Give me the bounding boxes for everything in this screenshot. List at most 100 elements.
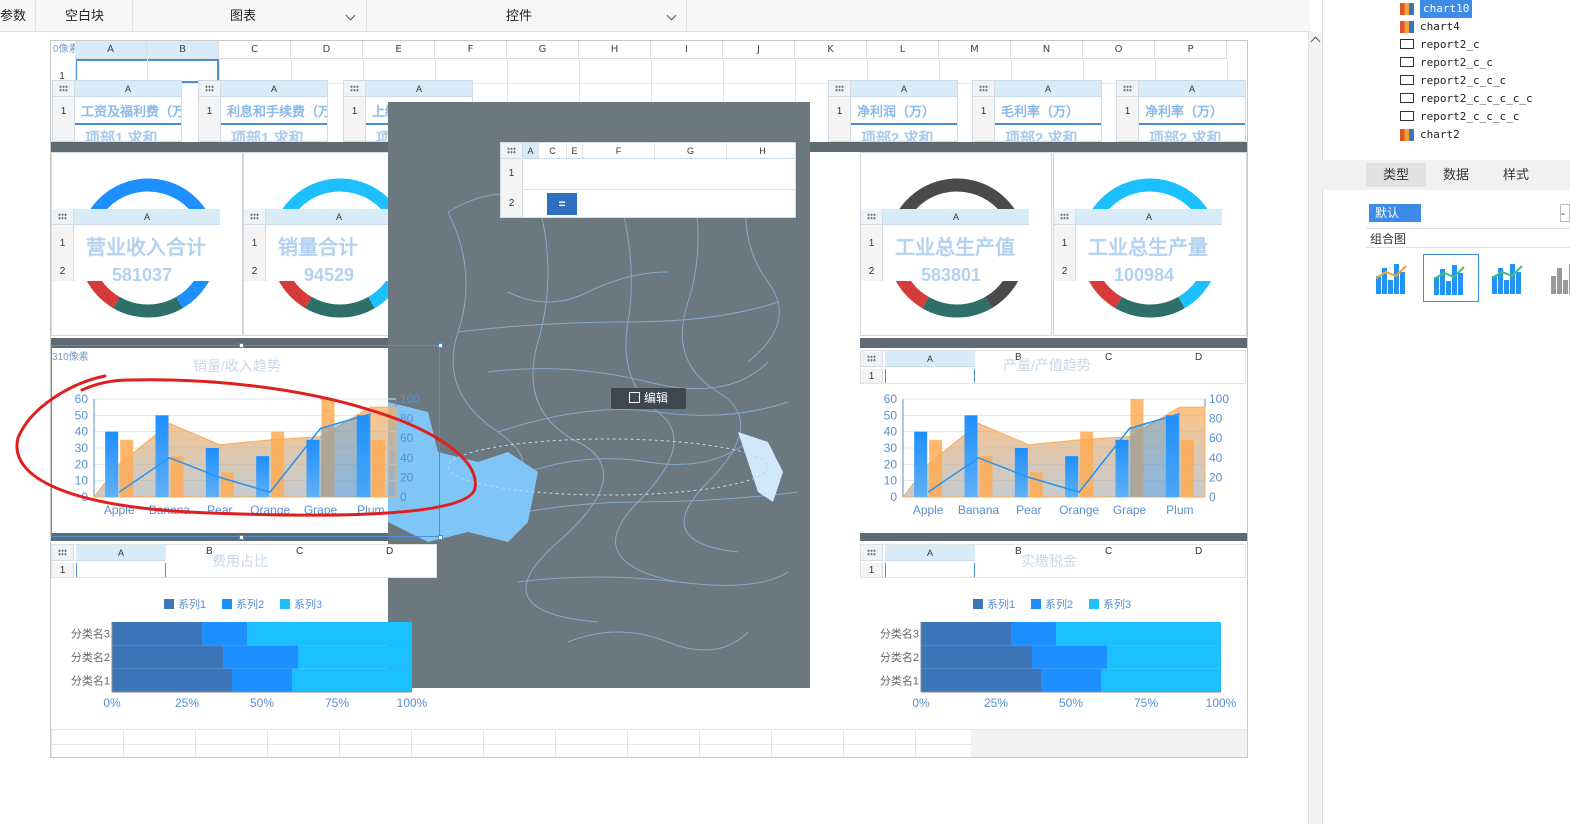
kpi-mini-sheet[interactable]: A 1 净利率（万） 项部2.求和: [1116, 80, 1246, 142]
tree-item[interactable]: report2_c: [1400, 36, 1480, 54]
stack-bar[interactable]: [1041, 668, 1101, 692]
stack-bar[interactable]: [292, 668, 412, 692]
col-header[interactable]: E: [567, 143, 583, 159]
stack-bar[interactable]: [298, 645, 412, 669]
collapse-button[interactable]: -: [1560, 204, 1570, 222]
drag-handle-icon[interactable]: [1117, 81, 1139, 97]
bar-series1[interactable]: [1115, 439, 1129, 497]
chart-type-option[interactable]: [1366, 254, 1422, 302]
column-header[interactable]: F: [435, 41, 507, 59]
stacked-chart-left[interactable]: 系列1 系列2 系列3 分类名1 分类名2 分类名3 0% 25% 50% 75% 100%: [52, 580, 436, 726]
kpi-donut-panel[interactable]: A 1 2 工业总生产量 100984: [1053, 152, 1247, 336]
bar-series1[interactable]: [964, 415, 978, 497]
stack-bar[interactable]: [1032, 645, 1107, 669]
kpi-mini-sheet[interactable]: A 1 净利润（万） 项部2.求和: [828, 80, 958, 142]
resize-handle[interactable]: [239, 535, 244, 540]
selected-cell[interactable]: [885, 369, 975, 383]
stack-bar[interactable]: [921, 668, 1041, 692]
chart-selection-box[interactable]: [51, 345, 440, 537]
tab-type[interactable]: 类型: [1366, 163, 1426, 187]
resize-handle[interactable]: [239, 343, 244, 348]
edit-button[interactable]: 编辑: [611, 388, 686, 409]
kpi-mini-sheet[interactable]: A 1 2 工业总生产量 100984: [1054, 209, 1244, 281]
stack-bar[interactable]: [1011, 622, 1056, 646]
drag-handle-icon[interactable]: [501, 143, 523, 159]
blank-block-tab[interactable]: 空白块: [65, 0, 104, 32]
column-header[interactable]: H: [579, 41, 651, 59]
chevron-up-icon[interactable]: [1310, 36, 1321, 47]
drag-handle-icon[interactable]: [1054, 209, 1076, 225]
stack-bar[interactable]: [247, 622, 412, 646]
resize-handle[interactable]: [438, 535, 443, 540]
tree-item[interactable]: report2_c_c_c_c_c: [1400, 90, 1533, 108]
kpi-mini-sheet[interactable]: A 1 毛利率（万） 项部2.求和: [972, 80, 1102, 142]
stack-bar[interactable]: [1101, 668, 1221, 692]
column-header[interactable]: K: [795, 41, 867, 59]
tree-item[interactable]: chart4: [1400, 18, 1460, 36]
chart-dropdown[interactable]: 图表: [230, 0, 256, 32]
bar-series1[interactable]: [914, 431, 928, 497]
stack-bar[interactable]: [202, 622, 247, 646]
default-button[interactable]: 默认: [1369, 204, 1421, 222]
column-header[interactable]: N: [1011, 41, 1083, 59]
resize-handle[interactable]: [438, 343, 443, 348]
bar-series2[interactable]: [1180, 439, 1194, 497]
china-map[interactable]: ACEFGH 1 2 =: [388, 102, 810, 688]
kpi-mini-sheet[interactable]: A 1 2 营业收入合计 581037: [52, 209, 242, 281]
stack-bar[interactable]: [112, 645, 223, 669]
widget-dropdown[interactable]: 控件: [506, 0, 532, 32]
drag-handle-icon[interactable]: [52, 209, 74, 225]
stack-bar[interactable]: [112, 622, 202, 646]
tab-style[interactable]: 样式: [1490, 163, 1542, 187]
stack-bar[interactable]: [921, 622, 1011, 646]
column-header[interactable]: O: [1083, 41, 1155, 59]
tree-item[interactable]: report2_c_c_c: [1400, 72, 1506, 90]
chart-type-option[interactable]: [1423, 254, 1479, 302]
stack-bar[interactable]: [1056, 622, 1221, 646]
tree-item[interactable]: chart10: [1400, 0, 1473, 18]
drag-handle-icon[interactable]: [244, 209, 266, 225]
drag-handle-icon[interactable]: [861, 545, 883, 561]
column-header[interactable]: D: [291, 41, 363, 59]
column-header[interactable]: E: [363, 41, 435, 59]
stack-bar[interactable]: [232, 668, 292, 692]
tree-item[interactable]: report2_c_c: [1400, 54, 1493, 72]
column-header[interactable]: P: [1155, 41, 1227, 59]
column-header[interactable]: L: [867, 41, 939, 59]
stacked-chart-right[interactable]: 系列1 系列2 系列3 分类名1 分类名2 分类名3 0% 25% 50% 75% 100%: [861, 580, 1245, 726]
bar-series2[interactable]: [929, 439, 943, 497]
column-header[interactable]: C: [219, 41, 291, 59]
tree-item[interactable]: chart2: [1400, 126, 1460, 144]
selected-cell[interactable]: [76, 563, 166, 577]
tab-data[interactable]: 数据: [1430, 163, 1482, 187]
kpi-mini-sheet[interactable]: A 1 利息和手续费（万 项部1.求和: [198, 80, 328, 142]
col-header[interactable]: C: [539, 143, 567, 159]
chart-type-option[interactable]: [1482, 254, 1538, 302]
tree-item[interactable]: report2_c_c_c_c: [1400, 108, 1519, 126]
bar-series2[interactable]: [1029, 472, 1043, 498]
drag-handle-icon[interactable]: [829, 81, 851, 97]
column-header[interactable]: G: [507, 41, 579, 59]
drag-handle-icon[interactable]: [861, 351, 883, 367]
column-header[interactable]: I: [651, 41, 723, 59]
stack-bar[interactable]: [921, 645, 1032, 669]
drag-handle-icon[interactable]: [199, 81, 221, 97]
stack-bar[interactable]: [1107, 645, 1221, 669]
kpi-mini-sheet[interactable]: A 1 2 工业总生产值 583801: [861, 209, 1051, 281]
params-tab[interactable]: 参数: [0, 0, 26, 32]
column-header[interactable]: M: [939, 41, 1011, 59]
selected-cell[interactable]: [885, 563, 975, 577]
center-mini-sheet[interactable]: ACEFGH 1 2 =: [500, 142, 796, 218]
chart-type-option[interactable]: [1541, 254, 1570, 302]
vertical-scrollbar[interactable]: [1308, 32, 1322, 824]
column-header[interactable]: B: [147, 41, 219, 59]
drag-handle-icon[interactable]: [973, 81, 995, 97]
col-header[interactable]: F: [583, 143, 655, 159]
column-header[interactable]: J: [723, 41, 795, 59]
kpi-mini-sheet[interactable]: A 1 工资及福利费（万 项部1.求和: [52, 80, 182, 142]
combo-chart-right[interactable]: 0 10 20 30 40 50 60 0 20 40 60 80 100 Apple Banana Pear…: [861, 385, 1245, 533]
drag-handle-icon[interactable]: [52, 545, 74, 561]
chevron-down-icon[interactable]: [345, 10, 356, 21]
col-header[interactable]: A: [523, 143, 539, 159]
stack-bar[interactable]: [112, 668, 232, 692]
